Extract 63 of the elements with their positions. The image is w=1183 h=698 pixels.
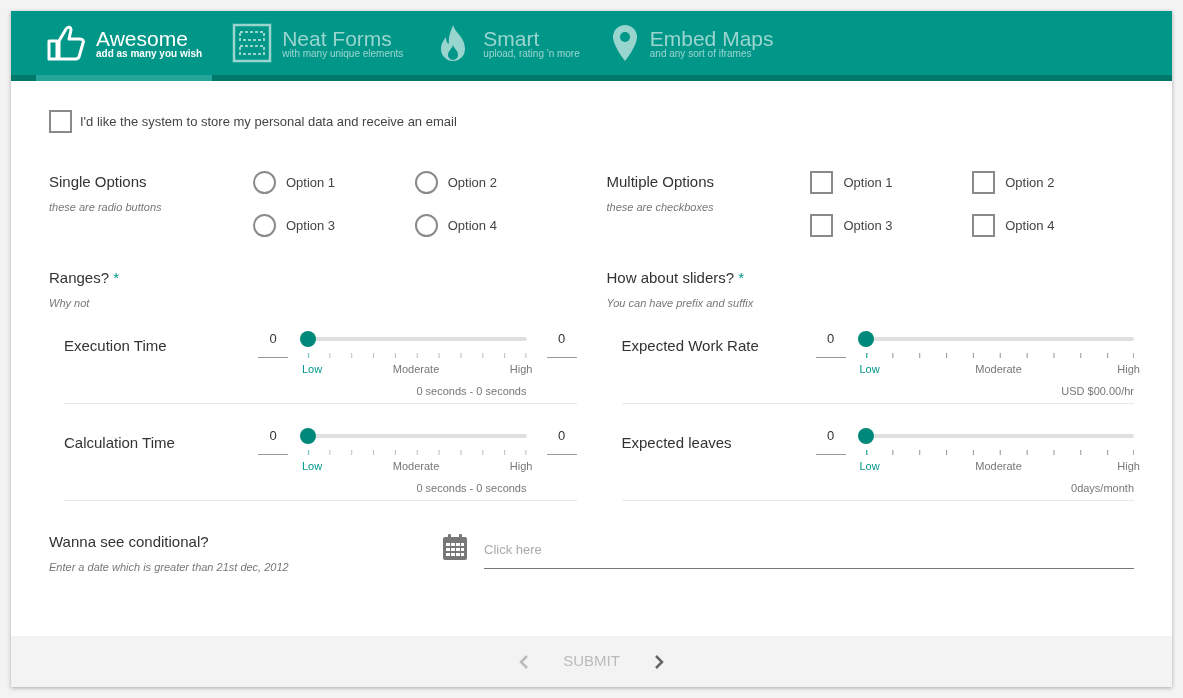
range-summary: 0 seconds - 0 seconds — [416, 480, 527, 496]
section-hint: Why not — [49, 295, 91, 311]
scale-label: Low — [302, 459, 323, 474]
option-label: Option 4 — [447, 216, 497, 235]
form-icon — [232, 23, 273, 63]
checkbox-label: I'd like the system to store my personal data and receive an email — [80, 112, 457, 131]
field-label: Expected leaves — [621, 433, 733, 453]
checkbox[interactable] — [972, 171, 996, 194]
scale-label: High — [1117, 362, 1140, 377]
option-label: Option 1 — [843, 173, 893, 192]
checkbox[interactable] — [49, 110, 72, 133]
section-title: Ranges? * — [49, 268, 121, 288]
section-title: Multiple Options — [606, 172, 716, 192]
radio-button[interactable] — [252, 214, 276, 237]
radio-button[interactable] — [414, 171, 438, 194]
date-field[interactable]: Click here — [484, 531, 1134, 569]
field-label: Expected Work Rate — [621, 336, 760, 356]
scale-label: Low — [859, 459, 880, 474]
option-label: Option 3 — [843, 216, 893, 235]
option-label: Option 1 — [285, 173, 336, 192]
section-hint: these are radio buttons — [49, 199, 163, 215]
range-summary: USD $00.00/hr — [1061, 383, 1134, 399]
slider-thumb[interactable] — [857, 331, 874, 347]
field-label: Calculation Time — [64, 433, 176, 453]
option-label: Option 2 — [1005, 173, 1055, 192]
section-hint: You can have prefix and suffix — [606, 295, 755, 311]
scale-label: Moderate — [392, 459, 440, 474]
slider-thumb[interactable] — [300, 331, 316, 347]
field-label: Execution Time — [64, 336, 168, 356]
scale-label: Low — [859, 362, 880, 377]
scale-label: Moderate — [392, 362, 440, 377]
number-field[interactable]: 0 — [815, 327, 846, 358]
radio-button[interactable] — [252, 171, 276, 194]
range-summary: 0days/month — [1071, 480, 1134, 496]
slider-thumb[interactable] — [857, 428, 874, 444]
scale-label: Moderate — [975, 459, 1022, 474]
number-field[interactable]: 0 — [546, 327, 577, 358]
number-field[interactable]: 0 — [258, 327, 288, 358]
option-label: Option 4 — [1005, 216, 1055, 235]
number-field[interactable]: 0 — [815, 424, 846, 455]
scale-label: Moderate — [975, 362, 1022, 377]
section-hint: Enter a date which is greater than 21st dec, 2012 — [49, 559, 290, 575]
calendar-icon — [442, 533, 468, 561]
number-field[interactable]: 0 — [546, 424, 577, 455]
section-hint: these are checkboxes — [606, 199, 715, 215]
checkbox[interactable] — [810, 171, 834, 194]
number-field[interactable]: 0 — [258, 424, 288, 455]
radio-button[interactable] — [414, 214, 438, 237]
section-title: Single Options — [49, 172, 148, 192]
scale-label: High — [509, 459, 533, 474]
option-label: Option 3 — [285, 216, 336, 235]
tab[interactable]: Awesome add as many you wish — [36, 11, 213, 81]
option-label: Option 2 — [447, 173, 497, 192]
section-title: Wanna see conditional? — [49, 532, 210, 552]
checkbox[interactable] — [810, 214, 834, 237]
scale-label: High — [1117, 459, 1140, 474]
scale-label: Low — [302, 362, 323, 377]
range-summary: 0 seconds - 0 seconds — [416, 383, 527, 399]
scale-label: High — [509, 362, 533, 377]
thumbs-up-icon — [46, 23, 86, 63]
section-title: How about sliders? * — [606, 268, 746, 288]
slider-thumb[interactable] — [300, 428, 316, 444]
checkbox[interactable] — [972, 214, 996, 237]
